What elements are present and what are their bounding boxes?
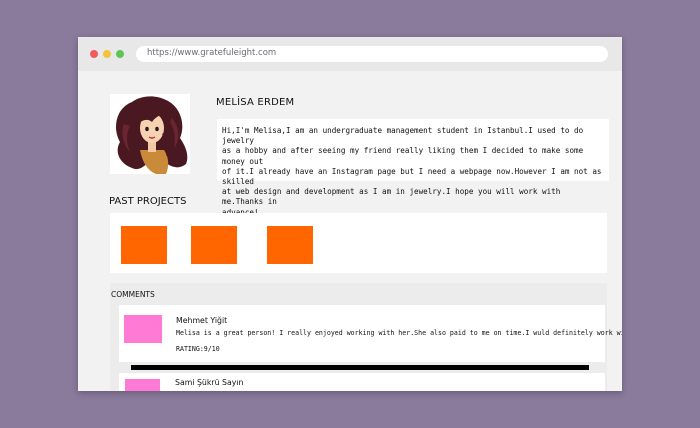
comments-title: COMMENTS (111, 290, 155, 299)
comment-avatar (124, 315, 162, 343)
comment-card: Sami Şükrü Sayın (119, 373, 605, 391)
comment-author: Mehmet Yiğit (176, 316, 228, 325)
project-thumbnail[interactable] (191, 226, 237, 264)
profile-avatar (110, 94, 190, 174)
address-bar[interactable]: https://www.gratefuleight.com (136, 46, 608, 62)
maximize-window-button[interactable] (116, 50, 124, 58)
page-content: MELİSA ERDEM Hi,I'm Melisa,I am an under… (78, 71, 622, 391)
bio-line: as a hobby and after seeing my friend re… (222, 146, 584, 166)
project-thumbnail[interactable] (267, 226, 313, 264)
comment-card: Mehmet Yiğit Melisa is a great person! I… (119, 305, 622, 362)
browser-titlebar: https://www.gratefuleight.com (78, 37, 622, 71)
bio-line: Hi,I'm Melisa,I am an undergraduate mana… (222, 126, 584, 146)
comment-text: Melisa is a great person! I really enjoy… (176, 329, 622, 337)
comment-author: Sami Şükrü Sayın (175, 378, 244, 387)
profile-avatar-illustration (116, 96, 188, 174)
comment-avatar (125, 379, 160, 391)
past-projects-panel (110, 213, 607, 273)
comment-rating: RATING:9/10 (176, 345, 220, 353)
comments-section: COMMENTS Mehmet Yiğit Melisa is a great … (110, 283, 622, 391)
browser-window: https://www.gratefuleight.com MELİSA ERD… (78, 37, 622, 391)
comment-divider (131, 365, 589, 370)
minimize-window-button[interactable] (103, 50, 111, 58)
profile-bio: Hi,I'm Melisa,I am an undergraduate mana… (217, 119, 609, 217)
bio-line: at web design and development as I am in… (222, 187, 561, 207)
past-projects-title: PAST PROJECTS (109, 196, 187, 207)
close-window-button[interactable] (90, 50, 98, 58)
project-thumbnail[interactable] (121, 226, 167, 264)
address-bar-url: https://www.gratefuleight.com (147, 48, 277, 58)
bio-line: of it.I already have an Instagram page b… (222, 166, 602, 187)
profile-name: MELİSA ERDEM (216, 97, 295, 108)
